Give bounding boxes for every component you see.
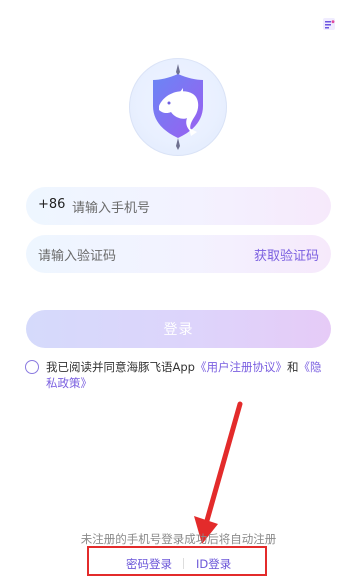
dolphin-logo-icon — [153, 64, 203, 150]
agreement-checkbox[interactable] — [25, 360, 39, 374]
agreement-prefix: 我已阅读并同意海豚飞语App — [46, 360, 195, 374]
app-logo — [129, 58, 227, 156]
annotation-arrow — [194, 401, 243, 544]
phone-input[interactable]: 请输入手机号 — [72, 197, 150, 216]
user-agreement-link[interactable]: 《用户注册协议》 — [195, 360, 287, 374]
alt-login-divider — [183, 558, 184, 569]
menu-icon[interactable] — [322, 16, 336, 30]
agreement-and: 和 — [286, 360, 299, 374]
auto-register-hint: 未注册的手机号登录成功后将自动注册 — [80, 532, 277, 546]
login-button-label: 登录 — [163, 322, 194, 338]
agreement-text: 我已阅读并同意海豚飞语App《用户注册协议》和《隐私政策》 — [46, 359, 331, 391]
phone-field[interactable]: +86 请输入手机号 — [26, 187, 331, 225]
login-button[interactable]: 登录 — [26, 310, 331, 348]
id-login-button[interactable]: ID登录 — [196, 556, 231, 572]
country-code[interactable]: +86 — [38, 197, 65, 212]
verification-code-input[interactable]: 请输入验证码 — [38, 245, 116, 264]
verification-code-field[interactable]: 请输入验证码 获取验证码 — [26, 235, 331, 273]
password-login-button[interactable]: 密码登录 — [126, 556, 172, 572]
get-code-button[interactable]: 获取验证码 — [254, 245, 319, 264]
highlight-box — [87, 546, 267, 576]
